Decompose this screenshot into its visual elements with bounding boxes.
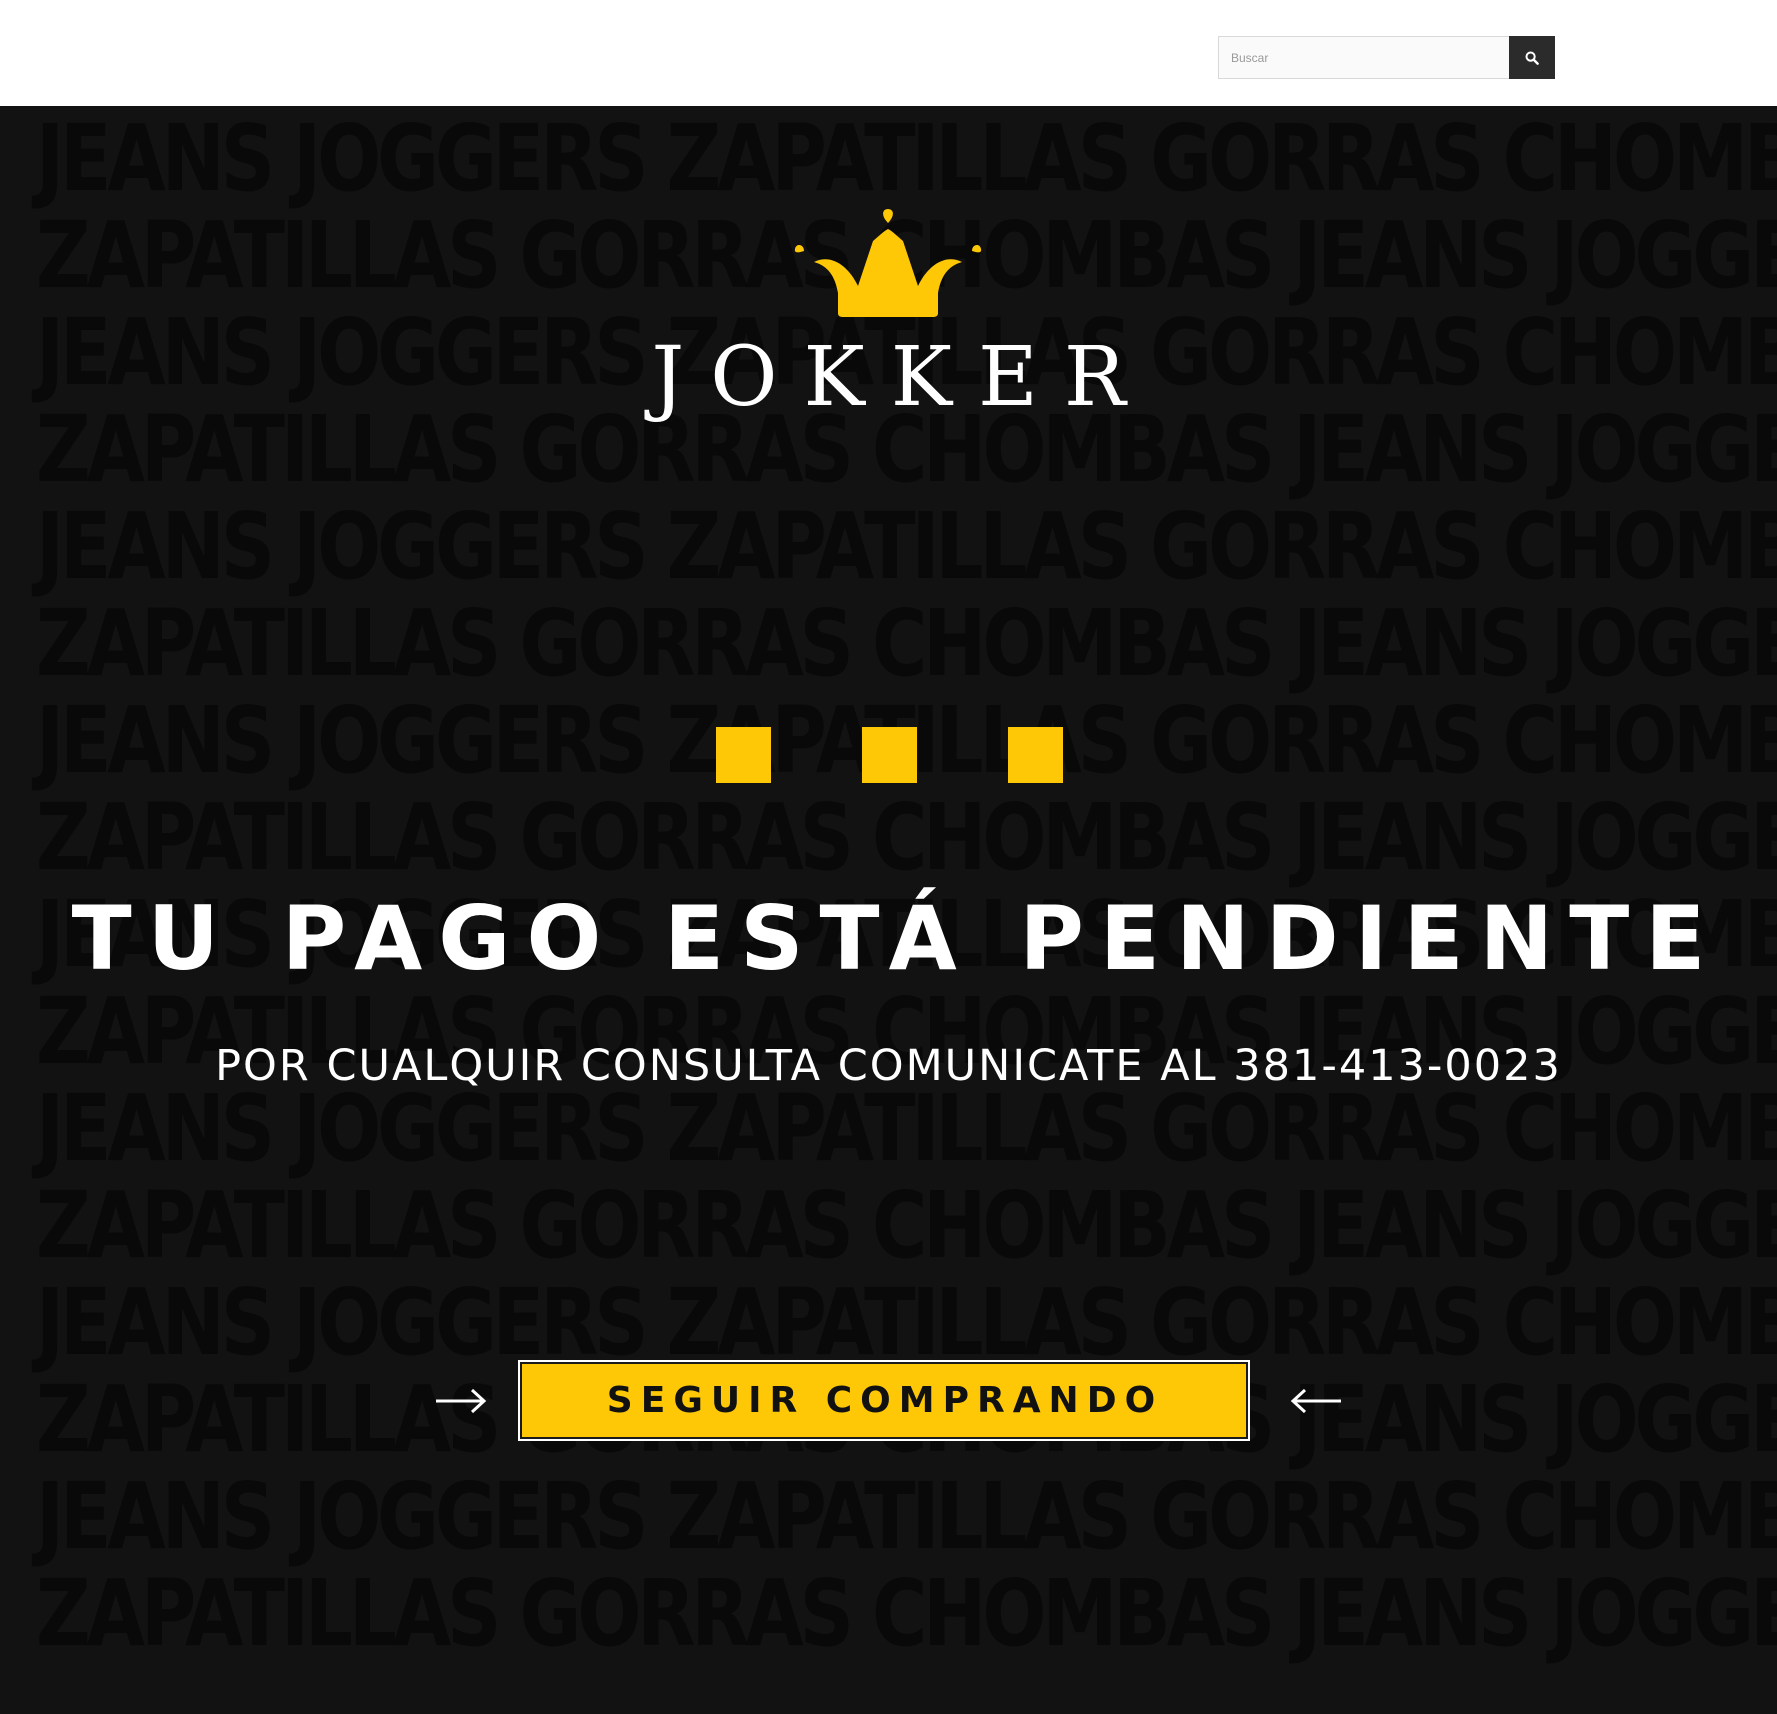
top-bar [0,0,1777,106]
loading-dots [716,727,1063,783]
contact-info: POR CUALQUIR CONSULTA COMUNICATE AL 381-… [215,1041,1562,1091]
search-button[interactable] [1509,36,1555,79]
loading-dot [862,727,917,783]
page-title: TU PAGO ESTÁ PENDIENTE [71,887,1722,990]
background-word-row: JEANS JOGGERS ZAPATILLAS GORRAS CHOMBAS [36,493,1777,600]
search-form [1218,36,1555,79]
background-word-row: ZAPATILLAS GORRAS CHOMBAS JEANS JOGGERS [36,1560,1777,1667]
payment-pending-hero: JEANS JOGGERS ZAPATILLAS GORRAS CHOMBAS Z… [0,106,1777,1714]
arrow-right-icon [436,1388,487,1414]
background-word-row: ZAPATILLAS GORRAS CHOMBAS JEANS JOGGERS [36,202,1777,309]
cta-row: SEGUIR COMPRANDO [435,1360,1342,1442]
background-word-row: JEANS JOGGERS ZAPATILLAS GORRAS CHOMBAS [36,1269,1777,1376]
background-word-row: JEANS JOGGERS ZAPATILLAS GORRAS CHOMBAS [36,106,1777,212]
continue-shopping-button[interactable]: SEGUIR COMPRANDO [518,1360,1250,1441]
background-word-row: ZAPATILLAS GORRAS CHOMBAS JEANS JOGGERS [36,1172,1777,1279]
search-icon [1525,51,1539,65]
brand-wordmark: JOKKER [651,330,1152,425]
search-input[interactable] [1218,36,1509,79]
background-word-row: ZAPATILLAS GORRAS CHOMBAS JEANS JOGGERS [36,784,1777,891]
background-word-row: JEANS JOGGERS ZAPATILLAS GORRAS CHOMBAS [36,1463,1777,1570]
loading-dot [1008,727,1063,783]
background-word-row: ZAPATILLAS GORRAS CHOMBAS JEANS JOGGERS [36,590,1777,697]
crown-icon [794,209,982,317]
loading-dot [716,727,771,783]
arrow-left-icon [1290,1388,1341,1414]
